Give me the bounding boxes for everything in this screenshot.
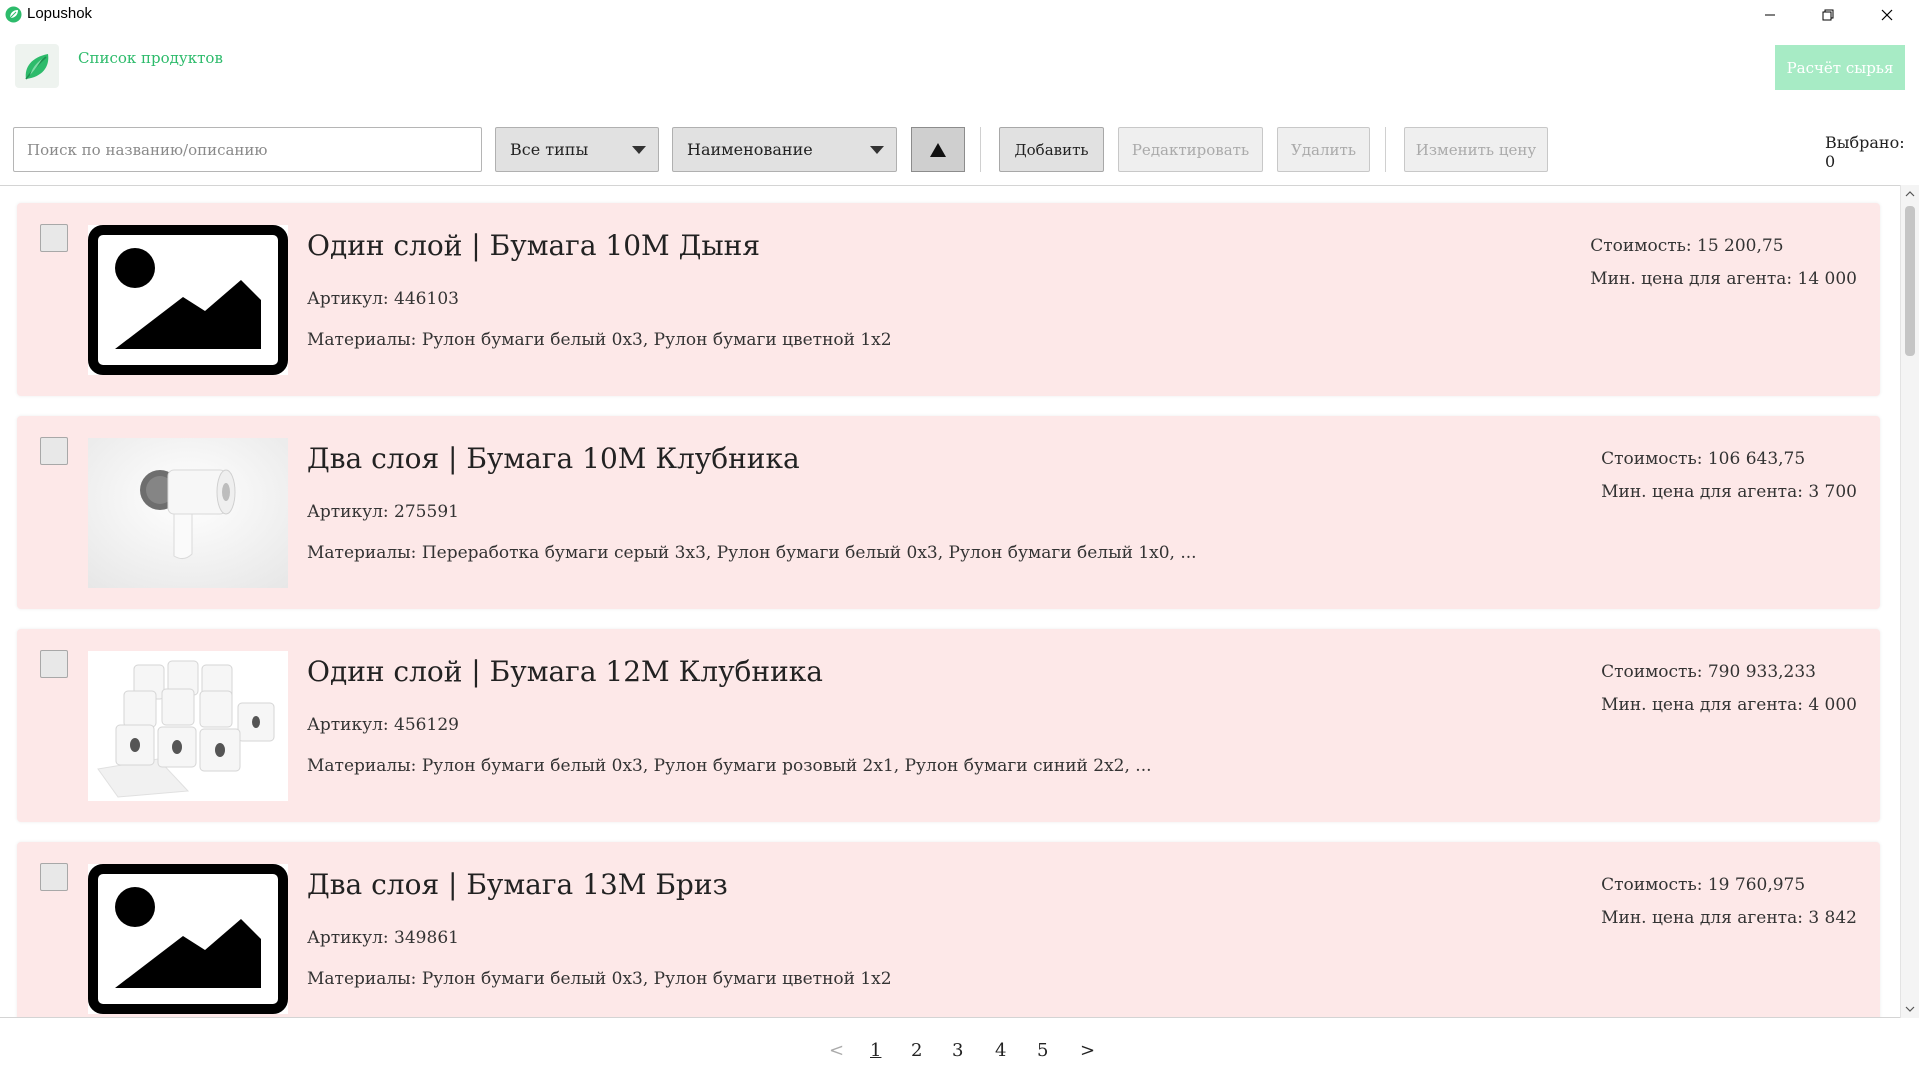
close-icon (1881, 9, 1893, 20)
raw-materials-button[interactable]: Расчёт сырья (1775, 45, 1905, 90)
product-card[interactable]: Один слой | Бумага 10М Дыня Артикул: 446… (17, 203, 1880, 396)
product-title: Два слоя | Бумага 10М Клубника (307, 442, 800, 475)
product-article: Артикул: 446103 (307, 289, 459, 309)
page-2-link[interactable]: 2 (911, 1040, 922, 1061)
product-prices: Стоимость: 790 933,233 Мин. цена для аге… (1601, 656, 1857, 722)
product-card[interactable]: Один слой | Бумага 12М Клубника Артикул:… (17, 629, 1880, 822)
product-min-price: Мин. цена для агента: 14 000 (1590, 269, 1857, 289)
product-image (88, 225, 288, 375)
sort-field-value: Наименование (687, 140, 813, 159)
product-article: Артикул: 349861 (307, 928, 459, 948)
product-materials: Материалы: Рулон бумаги белый 0x3, Рулон… (307, 756, 1152, 776)
product-checkbox[interactable] (40, 437, 68, 465)
product-checkbox[interactable] (40, 224, 68, 252)
scroll-down-button[interactable] (1901, 1000, 1919, 1018)
minimize-icon (1765, 14, 1775, 15)
product-materials: Материалы: Рулон бумаги белый 0x3, Рулон… (307, 330, 892, 350)
app-leaf-icon (5, 6, 22, 23)
product-cost: Стоимость: 790 933,233 (1601, 662, 1816, 682)
search-input[interactable] (13, 127, 482, 172)
product-min-price: Мин. цена для агента: 4 000 (1601, 695, 1857, 715)
product-min-price: Мин. цена для агента: 3 842 (1601, 908, 1857, 928)
product-prices: Стоимость: 19 760,975 Мин. цена для аген… (1601, 869, 1857, 935)
toilet-paper-rolls-photo (88, 651, 288, 801)
product-title: Два слоя | Бумага 13М Бриз (307, 868, 728, 901)
type-filter-value: Все типы (510, 140, 589, 159)
product-cost: Стоимость: 106 643,75 (1601, 449, 1806, 469)
product-cost: Стоимость: 19 760,975 (1601, 875, 1806, 895)
chevron-down-icon (1905, 1006, 1915, 1012)
product-image (88, 438, 288, 588)
page-title: Список продуктов (78, 49, 223, 67)
toolbar-divider (1385, 127, 1386, 172)
product-title: Один слой | Бумага 12М Клубника (307, 655, 823, 688)
delete-button[interactable]: Удалить (1277, 127, 1370, 172)
product-list[interactable]: Один слой | Бумага 10М Дыня Артикул: 446… (0, 185, 1919, 1018)
next-page-button[interactable]: > (1080, 1040, 1095, 1061)
product-checkbox[interactable] (40, 863, 68, 891)
page-3-link[interactable]: 3 (952, 1040, 963, 1061)
type-filter-select[interactable]: Все типы (495, 127, 659, 172)
sort-direction-button[interactable] (911, 127, 965, 172)
leaf-logo-icon (25, 54, 49, 80)
product-prices: Стоимость: 15 200,75 Мин. цена для агент… (1590, 230, 1857, 296)
chevron-up-icon (1905, 191, 1915, 197)
restore-icon (1822, 9, 1834, 20)
scroll-thumb[interactable] (1905, 206, 1915, 356)
toilet-paper-holder-photo (88, 438, 288, 588)
page-1-link[interactable]: 1 (870, 1040, 881, 1061)
placeholder-image-icon (88, 225, 288, 375)
scroll-up-button[interactable] (1901, 185, 1919, 203)
page-5-link[interactable]: 5 (1037, 1040, 1048, 1061)
list-scrollbar[interactable] (1900, 185, 1919, 1018)
window-title: Lopushok (27, 5, 93, 22)
product-checkbox[interactable] (40, 650, 68, 678)
product-article: Артикул: 275591 (307, 502, 459, 522)
chevron-down-icon (870, 146, 884, 154)
minimize-button[interactable] (1742, 0, 1798, 29)
close-button[interactable] (1859, 0, 1915, 29)
restore-button[interactable] (1800, 0, 1856, 29)
product-card[interactable]: Два слоя | Бумага 10М Клубника Артикул: … (17, 416, 1880, 609)
placeholder-image-icon (88, 864, 288, 1014)
product-title: Один слой | Бумага 10М Дыня (307, 229, 761, 262)
product-min-price: Мин. цена для агента: 3 700 (1601, 482, 1857, 502)
chevron-down-icon (632, 146, 646, 154)
window-titlebar: Lopushok (0, 0, 1919, 29)
product-card[interactable]: Два слоя | Бумага 13М Бриз Артикул: 3498… (17, 842, 1880, 1017)
app-logo (15, 44, 59, 88)
sort-field-select[interactable]: Наименование (672, 127, 897, 172)
toolbar-divider (980, 127, 981, 172)
change-price-button[interactable]: Изменить цену (1404, 127, 1548, 172)
page-4-link[interactable]: 4 (995, 1040, 1006, 1061)
product-article: Артикул: 456129 (307, 715, 459, 735)
edit-button[interactable]: Редактировать (1118, 127, 1263, 172)
selected-count: Выбрано: 0 (1825, 133, 1905, 171)
product-prices: Стоимость: 106 643,75 Мин. цена для аген… (1601, 443, 1857, 509)
product-materials: Материалы: Рулон бумаги белый 0x3, Рулон… (307, 969, 892, 989)
product-image (88, 864, 288, 1014)
product-image (88, 651, 288, 801)
add-button[interactable]: Добавить (999, 127, 1104, 172)
prev-page-button[interactable]: < (829, 1040, 844, 1061)
product-materials: Материалы: Переработка бумаги серый 3x3,… (307, 543, 1197, 563)
sort-ascending-icon (930, 142, 946, 157)
product-cost: Стоимость: 15 200,75 (1590, 236, 1784, 256)
